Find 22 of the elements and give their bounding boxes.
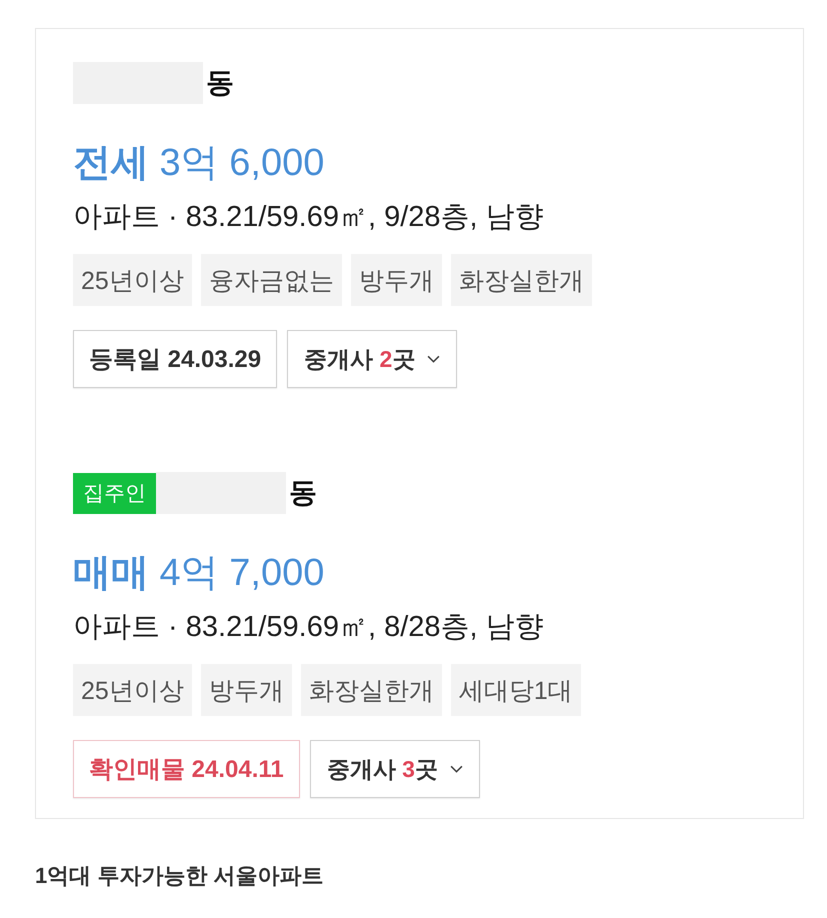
building-name-text: 동 — [289, 476, 317, 510]
owner-badge: 집주인 — [73, 472, 156, 514]
feature-tag: 25년이상 — [73, 254, 192, 306]
price-text: 전세 3억 6,000 — [73, 141, 326, 186]
registration-date-tag: 등록일 24.03.29 — [73, 330, 278, 388]
section-title: 1억대 투자가능한 서울아파트 — [35, 862, 324, 890]
caret-icon — [427, 355, 440, 363]
details-text: 아파트 · 83.21/59.69㎡, 8/28층, 남향 — [73, 610, 545, 644]
price-text: 매매 4억 7,000 — [73, 551, 326, 596]
feature-tag: 화장실한개 — [450, 254, 592, 306]
details-text: 아파트 · 83.21/59.69㎡, 9/28층, 남향 — [73, 200, 545, 234]
feature-tag: 방두개 — [350, 254, 442, 306]
agents-dropdown-button[interactable]: 중개사 2곳 — [287, 330, 458, 388]
building-name-text: 동 — [206, 66, 234, 100]
feature-tag: 방두개 — [200, 664, 292, 716]
feature-tag: 25년이상 — [73, 664, 192, 716]
feature-tag: 세대당1대 — [450, 664, 581, 716]
agents-dropdown-button[interactable]: 중개사 3곳 — [310, 740, 480, 798]
feature-tag: 화장실한개 — [300, 664, 442, 716]
confirmed-date-tag: 확인매물 24.04.11 — [73, 740, 300, 798]
caret-icon — [450, 765, 463, 773]
feature-tag: 융자금없는 — [200, 254, 342, 306]
